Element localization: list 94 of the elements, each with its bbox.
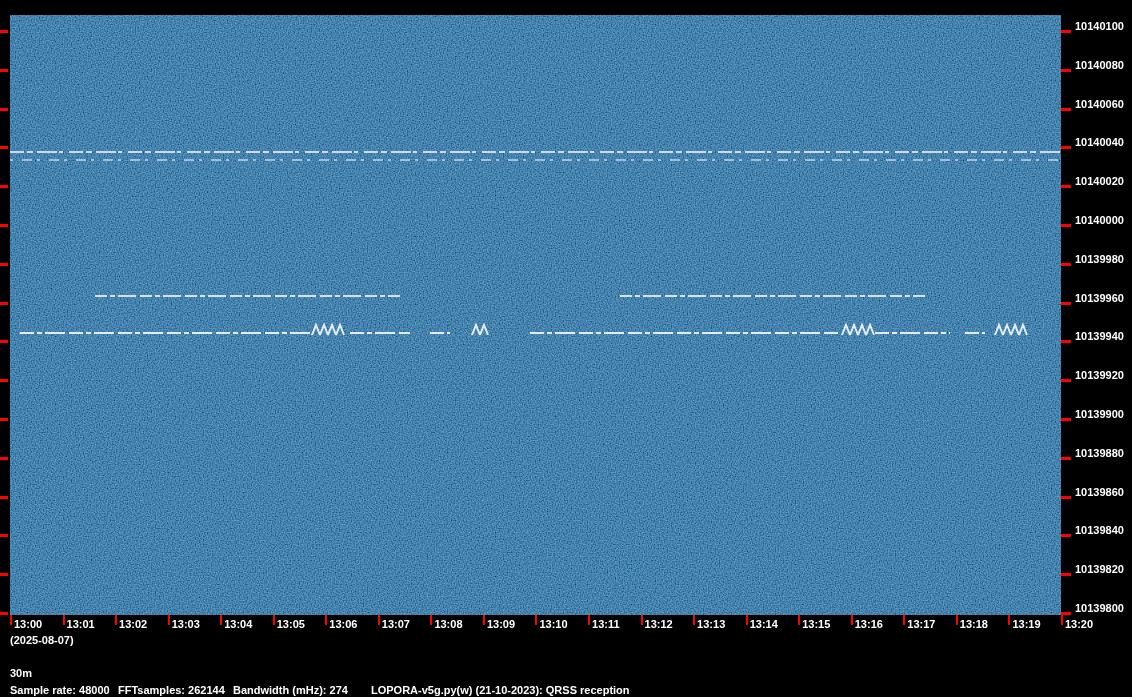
axis-tick xyxy=(0,68,8,72)
time-label: 13:00 xyxy=(14,619,43,630)
frequency-label: 10139900 xyxy=(1075,408,1124,420)
axis-tick xyxy=(0,340,8,344)
info-text: Sample rate: 48000 xyxy=(10,685,111,696)
frequency-label: 10139800 xyxy=(1075,602,1124,614)
axis-tick xyxy=(377,615,380,625)
time-label: 13:05 xyxy=(276,619,305,630)
axis-tick xyxy=(0,224,8,227)
time-label: 13:13 xyxy=(697,619,726,630)
time-label: 13:02 xyxy=(119,619,148,630)
time-label: 13:01 xyxy=(66,619,95,630)
axis-tick xyxy=(745,615,748,625)
axis-tick xyxy=(1061,301,1071,305)
time-label: 13:07 xyxy=(381,619,410,630)
time-label: 13:10 xyxy=(539,619,568,630)
axis-tick xyxy=(1061,262,1071,266)
info-text: FFTsamples: 262144 xyxy=(118,685,226,696)
axis-tick xyxy=(0,573,8,577)
axis-tick xyxy=(482,615,485,625)
axis-tick xyxy=(430,615,433,625)
time-label: 13:09 xyxy=(486,619,516,630)
info-text: Bandwidth (mHz): 274 xyxy=(233,685,349,696)
time-label: 13:18 xyxy=(959,619,988,630)
axis-tick xyxy=(1061,534,1071,538)
time-label: 13:04 xyxy=(224,619,253,630)
axis-tick xyxy=(220,615,223,625)
axis-tick xyxy=(955,615,958,625)
axis-tick xyxy=(0,107,8,111)
axis-tick xyxy=(1061,417,1071,421)
axis-tick xyxy=(0,417,8,421)
time-label: 13:19 xyxy=(1012,619,1041,630)
frequency-label: 10140080 xyxy=(1075,59,1124,71)
axis-tick xyxy=(0,379,8,383)
axis-tick xyxy=(0,185,8,189)
frequency-label: 10139920 xyxy=(1075,370,1124,382)
date-label: (2025-08-07) xyxy=(10,634,74,646)
time-label: 13:06 xyxy=(329,619,358,630)
info-text: LOPORA-v5g.py(w) (21-10-2023): QRSS reception xyxy=(371,685,631,696)
time-label: 13:20 xyxy=(1064,619,1094,630)
axis-tick xyxy=(10,615,12,625)
axis-tick xyxy=(1061,30,1071,33)
axis-tick xyxy=(693,615,696,625)
frequency-label: 10139820 xyxy=(1075,564,1124,576)
band-label: 30m xyxy=(10,667,33,679)
axis-tick xyxy=(1061,573,1071,577)
axis-tick xyxy=(1061,185,1071,189)
axis-tick xyxy=(0,495,8,499)
axis-tick xyxy=(0,456,8,460)
time-label: 13:16 xyxy=(854,619,883,630)
axis-tick xyxy=(850,615,853,625)
time-label: 13:08 xyxy=(434,619,463,630)
frequency-label: 10139880 xyxy=(1075,447,1124,459)
frequency-label: 10140040 xyxy=(1075,137,1124,149)
axis-tick xyxy=(62,615,65,625)
axis-tick xyxy=(0,301,8,305)
axis-tick xyxy=(0,30,8,33)
axis-tick xyxy=(167,615,170,625)
axis-tick xyxy=(1061,224,1071,227)
axis-tick xyxy=(0,146,8,150)
axis-tick xyxy=(0,534,8,538)
frequency-label: 10139840 xyxy=(1075,525,1124,537)
axis-tick xyxy=(1061,68,1071,72)
axis-tick xyxy=(325,615,328,625)
axis-tick xyxy=(798,615,801,625)
axis-tick xyxy=(272,615,275,625)
frequency-label: 10140020 xyxy=(1075,176,1124,188)
axis-tick xyxy=(0,262,8,266)
axis-tick xyxy=(1061,495,1071,499)
axis-tick xyxy=(640,615,643,625)
frequency-label: 10140100 xyxy=(1075,21,1124,32)
axis-tick xyxy=(1061,146,1071,150)
time-label: 13:15 xyxy=(802,619,831,630)
frequency-label: 10140060 xyxy=(1075,98,1124,110)
axis-tick xyxy=(1008,615,1011,625)
axis-tick xyxy=(1061,379,1071,383)
axis-tick xyxy=(1061,340,1071,344)
axis-tick xyxy=(588,615,590,625)
frequency-label: 10139940 xyxy=(1075,331,1124,343)
axis-tick xyxy=(1061,107,1071,111)
frequency-label: 10139860 xyxy=(1075,486,1124,498)
axis-tick xyxy=(535,615,538,625)
time-label: 13:17 xyxy=(907,619,936,630)
frequency-label: 10140000 xyxy=(1075,215,1124,226)
time-label: 13:11 xyxy=(592,619,620,630)
time-label: 13:14 xyxy=(749,619,778,630)
time-label: 13:12 xyxy=(644,619,673,630)
time-label: 13:03 xyxy=(171,619,200,630)
axis-tick xyxy=(115,615,118,625)
axis-tick xyxy=(1061,456,1071,460)
axis-tick xyxy=(903,615,906,625)
frequency-label: 10139960 xyxy=(1075,292,1124,304)
frequency-label: 10139980 xyxy=(1075,253,1124,265)
axis-tick xyxy=(0,611,8,615)
